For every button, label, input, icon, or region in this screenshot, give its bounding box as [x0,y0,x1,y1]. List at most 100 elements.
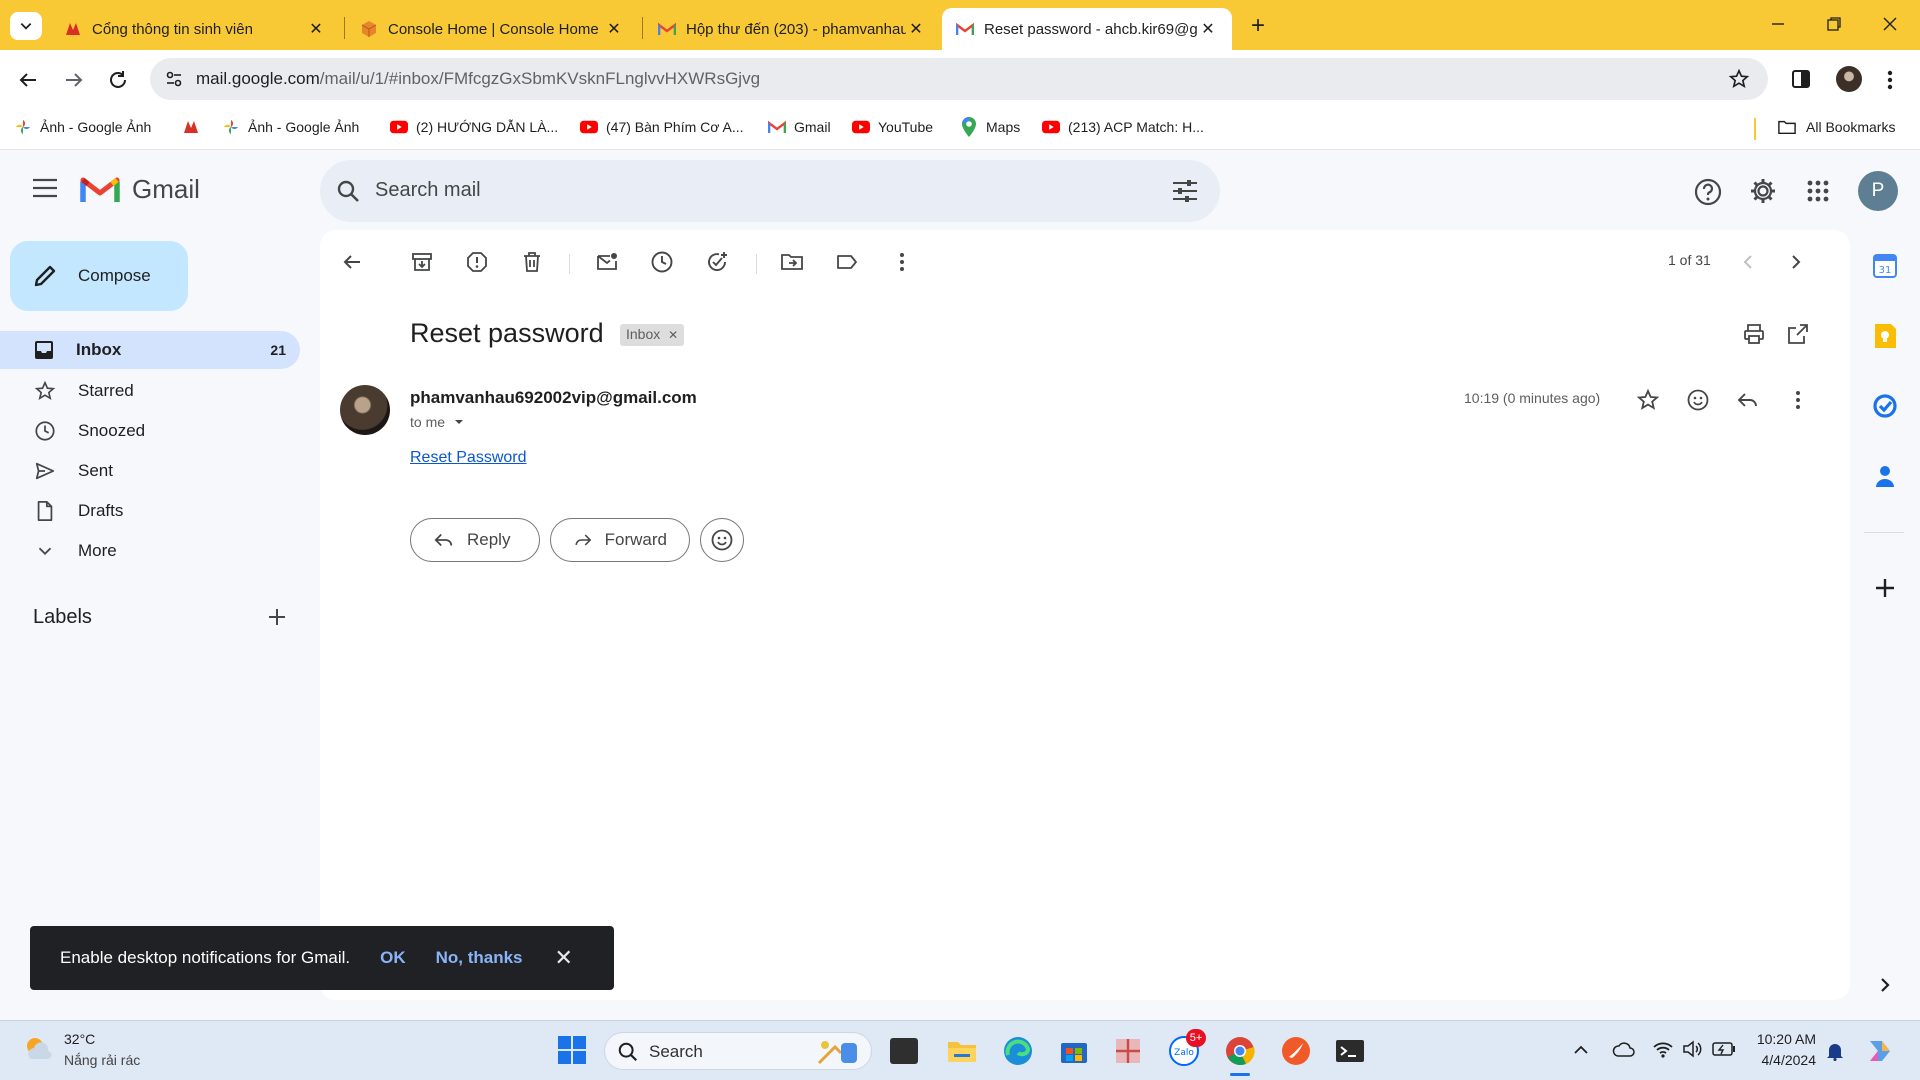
close-tab-icon[interactable]: ✕ [906,19,926,39]
onedrive-cloud-icon[interactable] [1612,1039,1636,1059]
bookmark-star-icon[interactable] [1728,68,1750,90]
bookmark-item[interactable]: Ảnh - Google Ảnh [222,118,359,136]
snackbar-no-thanks-button[interactable]: No, thanks [436,948,523,968]
bookmark-item[interactable]: Ảnh - Google Ảnh [14,118,151,136]
mark-unread-icon[interactable] [595,250,619,274]
taskbar-search[interactable]: Search [604,1032,872,1070]
emoji-reaction-icon[interactable] [1686,388,1710,412]
inbox-label-badge[interactable]: Inbox ✕ [620,324,685,346]
browser-tab-1[interactable]: Cổng thông tin sinh viên ✕ [50,8,340,50]
recipient-details[interactable]: to me [410,414,465,430]
sidebar-item-snoozed[interactable]: Snoozed [0,412,300,450]
reply-icon[interactable] [1736,388,1760,412]
sidebar-item-more[interactable]: More [0,532,300,570]
compose-button[interactable]: Compose [10,241,188,311]
bookmark-item[interactable]: (213) ACP Match: H... [1042,118,1204,136]
settings-gear-icon[interactable] [1749,177,1777,205]
clock-date[interactable]: 4/4/2024 [1740,1052,1817,1068]
new-tab-button[interactable]: + [1244,12,1272,40]
search-input[interactable]: Search mail [375,179,481,202]
close-tab-icon[interactable]: ✕ [604,19,624,39]
browser-menu-icon[interactable] [1886,68,1894,92]
delete-icon[interactable] [520,250,544,274]
clock-time[interactable]: 10:20 AM [1740,1031,1816,1047]
get-addons-icon[interactable] [1872,575,1898,601]
bookmark-item[interactable]: Maps [960,117,1020,137]
forward-button[interactable]: Forward [550,518,690,562]
main-menu-icon[interactable] [32,178,58,198]
microsoft-store-icon[interactable] [1058,1035,1090,1067]
older-chevron-icon[interactable] [1784,250,1808,274]
minimize-window-icon[interactable] [1768,14,1788,34]
all-bookmarks-button[interactable]: All Bookmarks [1778,118,1895,136]
sender-email[interactable]: phamvanhau692002vip@gmail.com [410,388,697,408]
address-bar[interactable]: mail.google.com/mail/u/1/#inbox/FMfcgzGx… [150,58,1768,100]
volume-icon[interactable] [1682,1039,1704,1059]
newer-chevron-icon[interactable] [1736,250,1760,274]
sidebar-item-drafts[interactable]: Drafts [0,492,300,530]
tasks-app-icon[interactable] [1872,393,1898,419]
star-icon[interactable] [1636,388,1660,412]
restore-window-icon[interactable] [1824,14,1844,34]
bookmark-item[interactable]: Gmail [768,118,831,136]
chrome-app-icon[interactable] [1224,1035,1256,1067]
sidebar-item-sent[interactable]: Sent [0,452,300,490]
browser-tab-3[interactable]: Hộp thư đến (203) - phamvanhau692002vip@… [644,8,940,50]
file-explorer-icon[interactable] [946,1035,978,1067]
battery-icon[interactable] [1712,1041,1736,1057]
close-window-icon[interactable] [1880,14,1900,34]
sidebar-item-inbox[interactable]: Inbox 21 [0,331,300,369]
print-icon[interactable] [1742,322,1766,346]
notification-bell-icon[interactable] [1826,1041,1844,1061]
snipping-tool-icon[interactable] [1112,1035,1144,1067]
close-tab-icon[interactable]: ✕ [1198,19,1218,39]
account-avatar[interactable]: P [1858,171,1898,211]
terminal-app-icon[interactable] [1334,1035,1366,1067]
add-label-icon[interactable] [266,606,288,628]
google-apps-icon[interactable] [1807,180,1829,202]
tray-chevron-up-icon[interactable] [1572,1041,1590,1059]
contacts-app-icon[interactable] [1872,463,1898,489]
weather-icon[interactable] [22,1033,54,1065]
calendar-app-icon[interactable]: 31 [1872,253,1898,279]
profile-avatar-icon[interactable] [1836,66,1862,92]
forward-icon[interactable] [62,68,86,92]
back-to-inbox-icon[interactable] [340,250,364,274]
reload-icon[interactable] [106,68,130,92]
wifi-icon[interactable] [1652,1039,1674,1059]
reset-password-link[interactable]: Reset Password [410,449,527,467]
emoji-react-button[interactable] [700,518,744,562]
browser-tab-4[interactable]: Reset password - ahcb.kir69@gmail.com ✕ [942,8,1232,50]
more-options-icon[interactable] [890,250,914,274]
open-new-window-icon[interactable] [1786,322,1810,346]
copilot-icon[interactable] [1864,1035,1896,1067]
close-tab-icon[interactable]: ✕ [306,19,326,39]
snackbar-ok-button[interactable]: OK [380,948,406,968]
remove-label-icon[interactable]: ✕ [668,328,678,342]
gmail-logo-icon[interactable] [80,174,120,204]
site-info-icon[interactable] [164,69,184,89]
label-icon[interactable] [835,250,859,274]
task-view-icon[interactable] [890,1038,918,1064]
sender-avatar[interactable] [340,385,390,435]
swift-app-icon[interactable] [1280,1035,1312,1067]
edge-browser-icon[interactable] [1002,1035,1034,1067]
keep-app-icon[interactable] [1872,323,1898,349]
tab-search-button[interactable] [10,12,42,40]
bookmark-item[interactable]: (2) HƯỚNG DẪN LÀ... [390,118,558,136]
move-to-icon[interactable] [780,250,804,274]
reply-button[interactable]: Reply [410,518,540,562]
show-side-panel-chevron-icon[interactable] [1872,972,1898,998]
archive-icon[interactable] [410,250,434,274]
sidebar-item-starred[interactable]: Starred [0,372,300,410]
search-bar[interactable]: Search mail [320,160,1220,222]
report-spam-icon[interactable] [465,250,489,274]
search-icon[interactable] [336,179,360,203]
add-to-tasks-icon[interactable] [705,250,729,274]
side-panel-icon[interactable] [1790,68,1812,90]
bookmark-item[interactable] [182,118,208,136]
search-options-icon[interactable] [1172,179,1198,203]
browser-tab-2[interactable]: Console Home | Console Home ✕ [346,8,638,50]
snackbar-close-icon[interactable]: ✕ [555,945,573,971]
message-more-icon[interactable] [1786,388,1810,412]
